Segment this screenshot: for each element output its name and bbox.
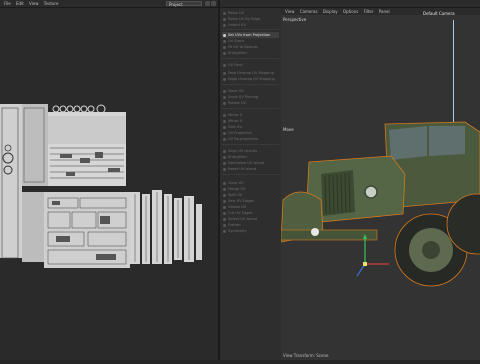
status-label: View Transform: Scene — [283, 353, 329, 358]
tool-item[interactable]: UV Pack — [222, 62, 279, 68]
camera-label[interactable]: Default Camera — [423, 11, 455, 16]
separator — [222, 144, 279, 145]
3d-viewport[interactable]: View Cameras Display Options Filter Pane… — [281, 8, 480, 360]
tool-item[interactable]: Symmetry — [222, 228, 279, 234]
tool-item[interactable]: Rotate UV — [222, 100, 279, 106]
menu-view[interactable]: View — [29, 1, 39, 6]
grid-icon[interactable] — [211, 1, 216, 6]
tool-item[interactable]: UV Re-projection — [222, 136, 279, 142]
vp-menu-display[interactable]: Display — [323, 9, 338, 14]
menu-edit[interactable]: Edit — [16, 1, 24, 6]
tool-item[interactable]: Straighten — [222, 50, 279, 56]
vp-menu-cameras[interactable]: Cameras — [300, 9, 318, 14]
menu-texture[interactable]: Texture — [44, 1, 59, 6]
separator — [222, 29, 279, 30]
menu-file[interactable]: File — [4, 1, 11, 6]
uv-editor-canvas[interactable] — [0, 8, 218, 360]
truck-model[interactable] — [281, 104, 480, 314]
separator — [222, 84, 279, 85]
uv-set-value: Project — [169, 2, 183, 7]
tool-item[interactable]: Unfold UV — [222, 22, 279, 28]
snap-icon[interactable] — [205, 1, 210, 6]
perspective-label[interactable]: Perspective — [283, 17, 306, 22]
vp-menu-view[interactable]: View — [285, 9, 295, 14]
uv-tool-panel: Relax UV Relax UV By Edge Unfold UV Set … — [220, 8, 281, 360]
uv-layout — [0, 104, 202, 268]
separator — [222, 108, 279, 109]
vp-menu-panel[interactable]: Panel — [379, 9, 390, 14]
uv-set-dropdown[interactable]: Project — [166, 1, 202, 7]
tool-item[interactable]: Reset UV Island — [222, 166, 279, 172]
menubar: File Edit View Texture — [0, 0, 480, 8]
vp-menu-filter[interactable]: Filter — [364, 9, 374, 14]
separator — [222, 174, 279, 175]
separator — [222, 58, 279, 59]
vp-menu-options[interactable]: Options — [343, 9, 358, 14]
tool-item[interactable]: Edge Unwrap UV Mapping — [222, 76, 279, 82]
